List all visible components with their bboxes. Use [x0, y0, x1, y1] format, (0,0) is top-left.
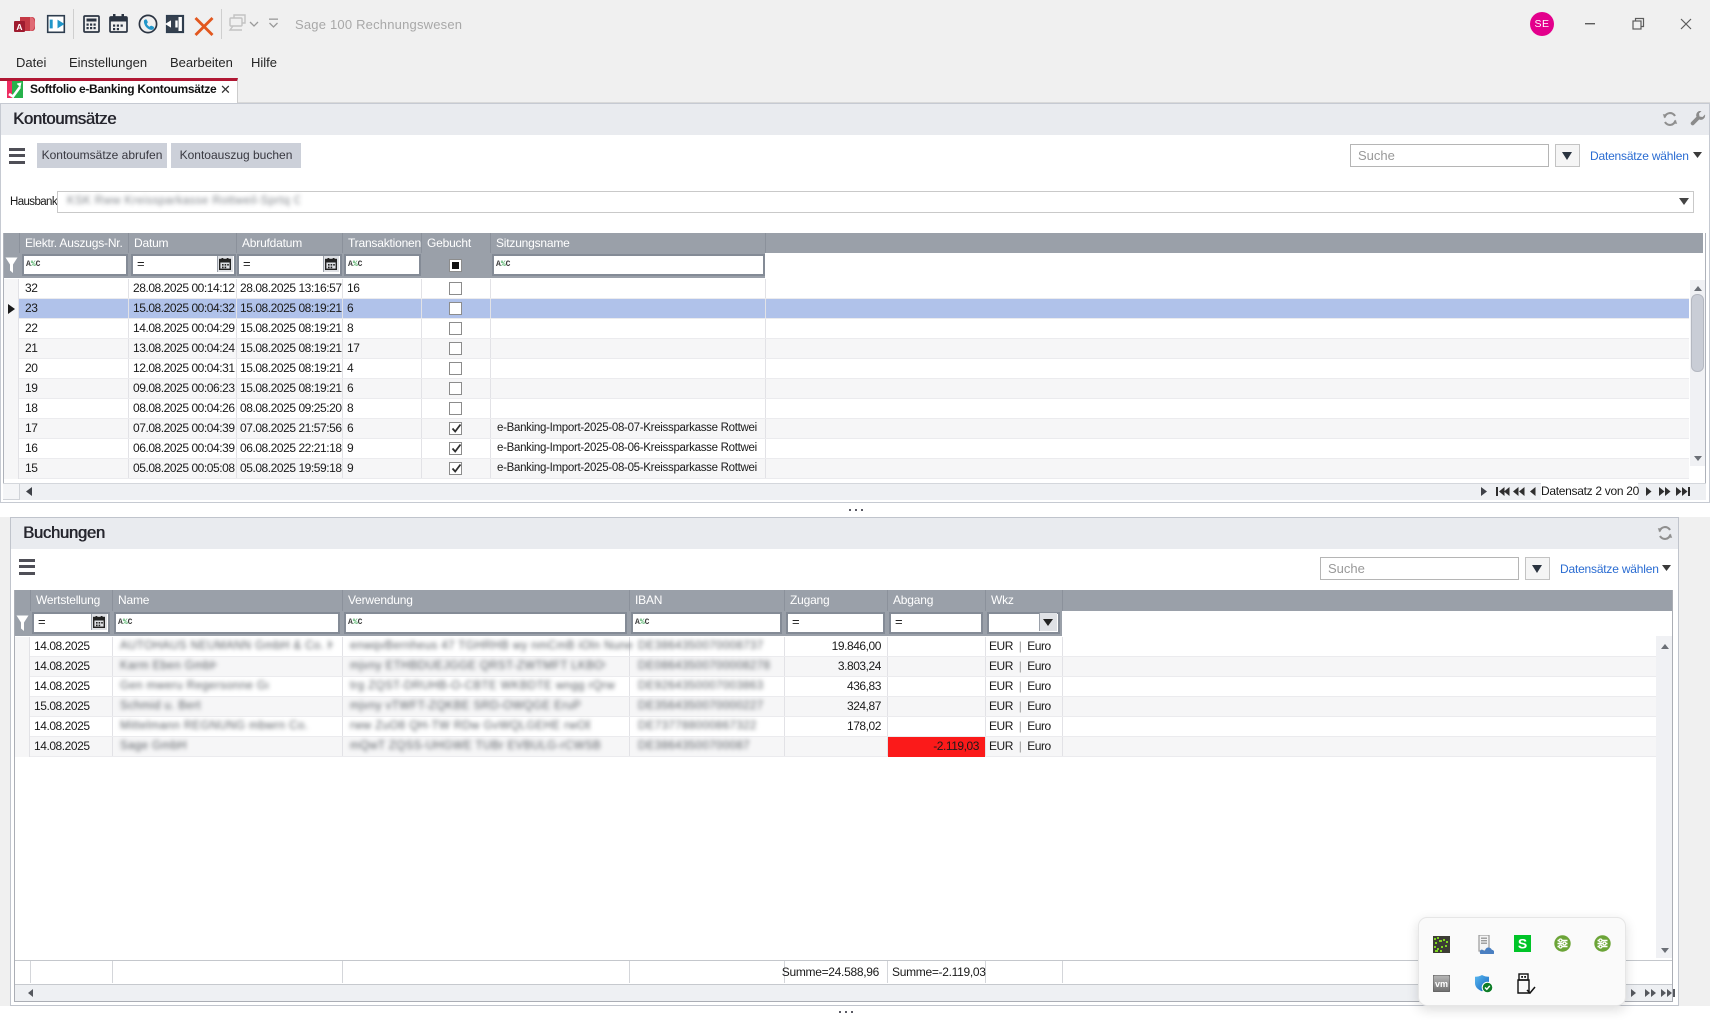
svg-text:A: A	[16, 22, 22, 32]
svg-text:vm: vm	[1435, 979, 1448, 989]
svg-text:S: S	[1518, 936, 1527, 952]
